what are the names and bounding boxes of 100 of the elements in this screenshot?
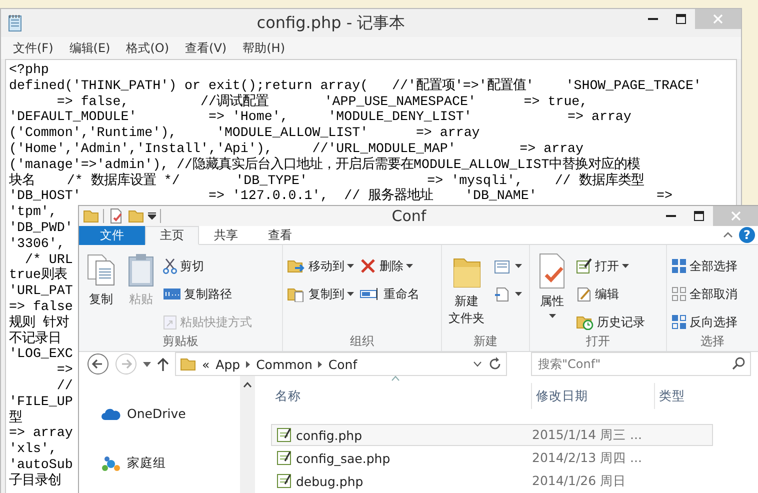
scissors-icon: [163, 258, 177, 274]
code-line: 'DEFAULT_MODULE' => 'Home', 'MODULE_DENY_LIST' => array: [9, 109, 632, 126]
caret-icon[interactable]: [514, 264, 522, 268]
nav-item[interactable]: 家庭组: [101, 455, 240, 472]
breadcrumb[interactable]: App: [216, 356, 240, 372]
folder-icon: [180, 356, 196, 372]
nav-item[interactable]: OneDrive: [101, 406, 240, 421]
code-line: 不记录日: [9, 330, 61, 346]
code-line: 'LOG_EXC: [9, 346, 73, 362]
code-line: ('Common','Runtime'), 'MODULE_ALLOW_LIST' => array: [9, 125, 480, 141]
delete-icon: [360, 258, 376, 274]
invert-selection-icon: [670, 314, 687, 330]
caret-icon[interactable]: [514, 292, 522, 296]
file-date: 2014/2/13 周四 ...: [532, 450, 643, 466]
history-icon: [576, 314, 594, 330]
ribbon-button[interactable]: 新建文件夹: [446, 249, 488, 333]
column-header[interactable]: 类型: [655, 383, 758, 409]
code-line: 子目录创: [9, 472, 61, 489]
shortcut-icon: [163, 314, 177, 330]
code-line: 'FILE_UP: [9, 394, 73, 410]
caret-icon[interactable]: [406, 264, 414, 268]
caret-icon[interactable]: [143, 362, 151, 366]
address-bar[interactable]: « App Common Conf: [175, 352, 507, 376]
code-line: //: [56, 378, 73, 394]
breadcrumb[interactable]: Conf: [328, 356, 358, 372]
ribbon-button[interactable]: 属性: [534, 249, 570, 333]
ribbon-button[interactable]: 打开: [576, 255, 645, 277]
caret-icon[interactable]: [148, 212, 156, 220]
group-label: 组织: [348, 333, 375, 350]
column-header[interactable]: 修改日期: [532, 383, 655, 409]
file-name: config_sae.php: [296, 450, 390, 466]
ribbon-tab[interactable]: 主页: [145, 226, 199, 245]
window-title: config.php - 记事本: [256, 12, 406, 34]
ribbon-button[interactable]: 历史记录: [576, 311, 645, 333]
minimize-icon: [666, 215, 676, 217]
menu-item[interactable]: 帮助(H): [242, 40, 285, 56]
ribbon-button[interactable]: 重命名: [360, 283, 420, 305]
ribbon-button[interactable]: 全部取消: [670, 283, 738, 305]
caret-icon[interactable]: [622, 264, 629, 268]
breadcrumb[interactable]: Common: [256, 356, 312, 372]
file-date: 2014/1/26 周日: [532, 472, 628, 490]
ribbon-button[interactable]: 移动到: [287, 255, 354, 277]
notepad-icon: [7, 14, 23, 32]
close-icon: [731, 211, 741, 221]
code-line: 'DB_HOST' => '127.0.0.1', // 服务器地址 'DB_NAME' =>: [9, 188, 672, 204]
document-check-icon[interactable]: [108, 208, 124, 224]
sort-icon: [391, 376, 400, 381]
code-line: ('Home','Admin','Install','Api'), //'URL_MODULE_MAP' => array: [9, 140, 584, 156]
code-line: =>: [56, 362, 73, 378]
caret-icon[interactable]: [548, 314, 556, 318]
menu-item[interactable]: 格式(O): [126, 40, 170, 56]
maximize-icon: [694, 211, 704, 221]
move-folder-icon: [287, 258, 306, 274]
code-line: 'tpm',: [9, 204, 57, 220]
menu-item[interactable]: 编辑(E): [69, 40, 110, 56]
column-header[interactable]: 名称: [271, 383, 532, 409]
menu-item[interactable]: 文件(F): [13, 40, 54, 56]
ribbon-button[interactable]: 全部选择: [670, 255, 738, 277]
scroll-up-icon[interactable]: [243, 382, 252, 388]
select-none-icon: [670, 286, 687, 302]
ribbon-button[interactable]: 复制路径: [163, 283, 252, 305]
window-title: Conf: [390, 207, 428, 225]
refresh-icon[interactable]: [488, 357, 502, 371]
code-line: true则表: [9, 267, 67, 284]
search-icon: [732, 357, 745, 370]
ribbon-button[interactable]: 反向选择: [670, 311, 738, 333]
group-label: 剪贴板: [162, 333, 200, 350]
ribbon-button[interactable]: 复制: [83, 249, 119, 333]
help-button[interactable]: ?: [739, 227, 755, 243]
select-all-icon: [670, 258, 687, 274]
ribbon-tab[interactable]: 查看: [253, 226, 307, 245]
file-row[interactable]: debug.php 2014/1/26 周日: [271, 470, 713, 492]
up-arrow-icon[interactable]: [157, 357, 169, 371]
menu-item[interactable]: 查看(V): [185, 40, 227, 56]
copy-folder-icon: [287, 286, 306, 302]
file-tab[interactable]: 文件: [79, 226, 145, 245]
chevron-icon: [246, 360, 250, 368]
code-line: 规则 针对: [9, 314, 69, 331]
back-icon[interactable]: [87, 353, 109, 375]
edit-icon: [576, 286, 592, 302]
minimize-icon: [648, 18, 658, 20]
caret-icon[interactable]: [347, 264, 354, 268]
code-line: 型: [9, 410, 22, 426]
group-label: 新建: [472, 333, 498, 350]
code-line: defined('THINK_PATH') or exit();return array( //'配置项'=>'配置值' 'SHOW_PAGE_TRACE': [9, 78, 702, 94]
network-icon: [101, 456, 121, 472]
collapse-icon[interactable]: [723, 232, 733, 238]
maximize-icon: [676, 14, 686, 24]
ribbon-button[interactable]: 剪切: [163, 255, 252, 277]
ribbon-button[interactable]: 编辑: [576, 283, 645, 305]
file-row[interactable]: config_sae.php 2014/2/13 周四 ...: [271, 447, 713, 469]
file-row[interactable]: config.php 2015/1/14 周三 ...: [271, 424, 713, 446]
code-line: 'URL_PAT: [9, 283, 73, 299]
text-file-icon: [276, 473, 292, 489]
caret-icon[interactable]: [473, 361, 482, 367]
caret-icon[interactable]: [347, 292, 354, 296]
ribbon-button[interactable]: 复制到: [287, 283, 354, 305]
ribbon-tab[interactable]: 共享: [199, 226, 253, 245]
ribbon-button[interactable]: 删除: [360, 255, 420, 277]
search-field[interactable]: 搜索"Conf": [531, 352, 751, 376]
